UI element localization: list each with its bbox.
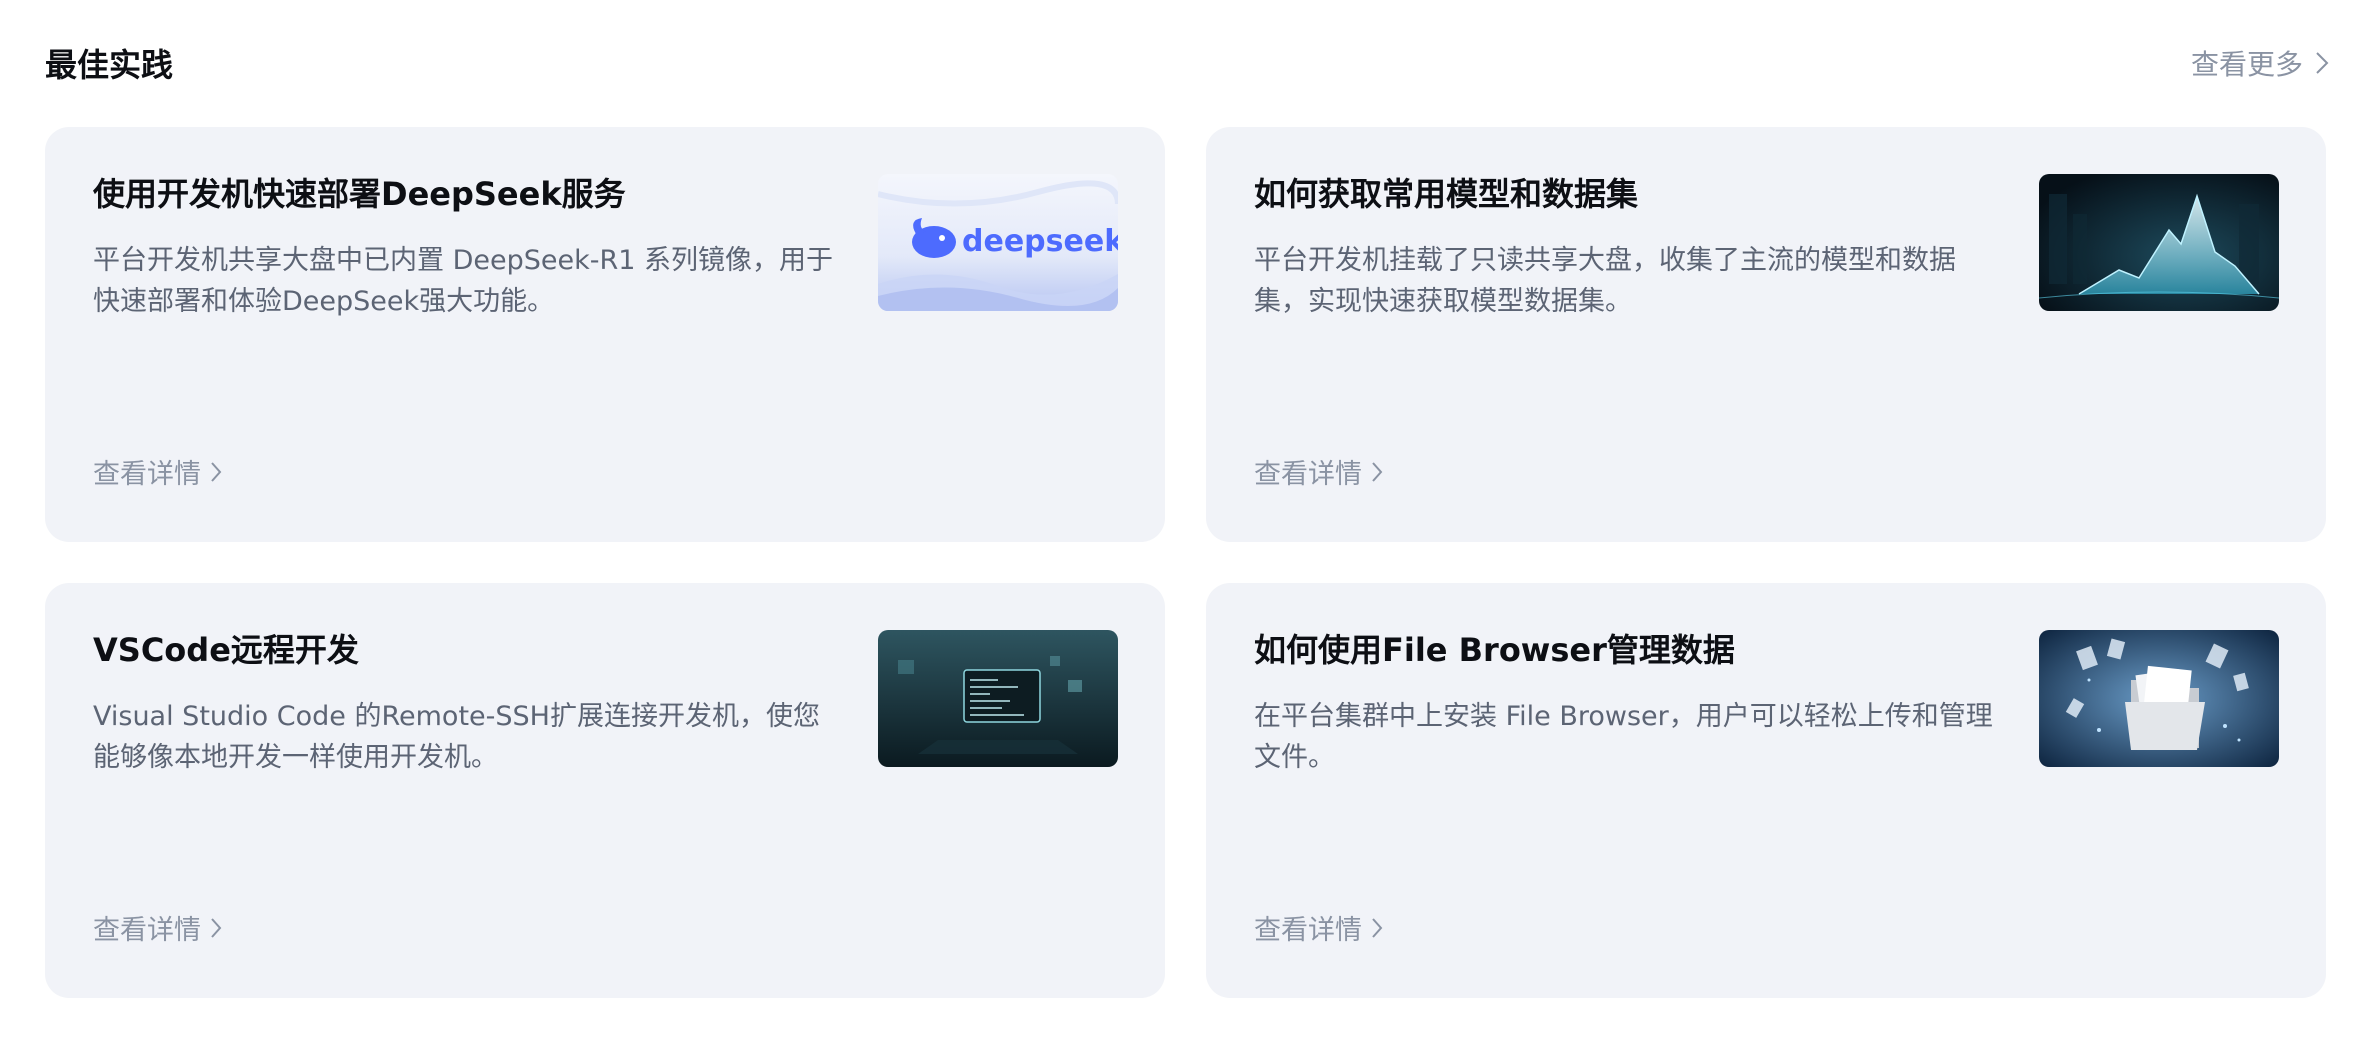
section-title: 最佳实践	[45, 46, 174, 84]
chevron-right-icon	[211, 917, 222, 938]
view-more-link[interactable]: 查看更多	[2191, 43, 2331, 83]
card-title: VSCode远程开发	[93, 631, 359, 669]
card-description: 在平台集群中上安装 File Browser，用户可以轻松上传和管理文件。	[1254, 701, 1993, 773]
view-details-label: 查看详情	[93, 915, 201, 946]
data-peaks-thumbnail	[2039, 174, 2279, 311]
view-details-label: 查看详情	[1254, 915, 1362, 946]
chevron-right-icon	[1372, 461, 1383, 482]
chevron-right-icon	[1372, 917, 1383, 938]
practice-card-deepseek[interactable]: 使用开发机快速部署DeepSeek服务 平台开发机共享大盘中已内置 DeepSe…	[45, 127, 1165, 542]
section-header: 最佳实践 查看更多	[45, 38, 2331, 88]
practice-card-file-browser[interactable]: 如何使用File Browser管理数据 在平台集群中上安装 File Brow…	[1206, 583, 2326, 998]
deepseek-logo-thumbnail: deepseek	[878, 174, 1118, 311]
practice-card-vscode[interactable]: VSCode远程开发 Visual Studio Code 的Remote-SS…	[45, 583, 1165, 998]
view-more-label: 查看更多	[2190, 48, 2303, 81]
view-details-label: 查看详情	[1254, 459, 1362, 490]
practice-card-models-datasets[interactable]: 如何获取常用模型和数据集 平台开发机挂载了只读共享大盘，收集了主流的模型和数据集…	[1206, 127, 2326, 542]
folder-files-thumbnail	[2039, 630, 2279, 767]
card-description: 平台开发机共享大盘中已内置 DeepSeek-R1 系列镜像，用于快速部署和体验…	[93, 245, 833, 317]
card-title: 如何获取常用模型和数据集	[1254, 175, 1639, 213]
svg-text:deepseek: deepseek	[962, 224, 1118, 259]
card-title: 使用开发机快速部署DeepSeek服务	[93, 175, 626, 213]
practice-card-grid: 使用开发机快速部署DeepSeek服务 平台开发机共享大盘中已内置 DeepSe…	[45, 127, 2331, 998]
chevron-right-icon	[2316, 52, 2329, 74]
view-details-label: 查看详情	[93, 459, 201, 490]
card-description: Visual Studio Code 的Remote-SSH扩展连接开发机，使您…	[93, 701, 820, 773]
card-title: 如何使用File Browser管理数据	[1254, 631, 1735, 669]
card-description: 平台开发机挂载了只读共享大盘，收集了主流的模型和数据集，实现快速获取模型数据集。	[1254, 245, 1956, 317]
code-screen-thumbnail	[878, 630, 1118, 767]
chevron-right-icon	[211, 461, 222, 482]
view-details-link[interactable]: 查看详情	[93, 908, 223, 947]
view-details-link[interactable]: 查看详情	[1254, 908, 1384, 947]
view-details-link[interactable]: 查看详情	[1254, 452, 1384, 491]
view-details-link[interactable]: 查看详情	[93, 452, 223, 491]
